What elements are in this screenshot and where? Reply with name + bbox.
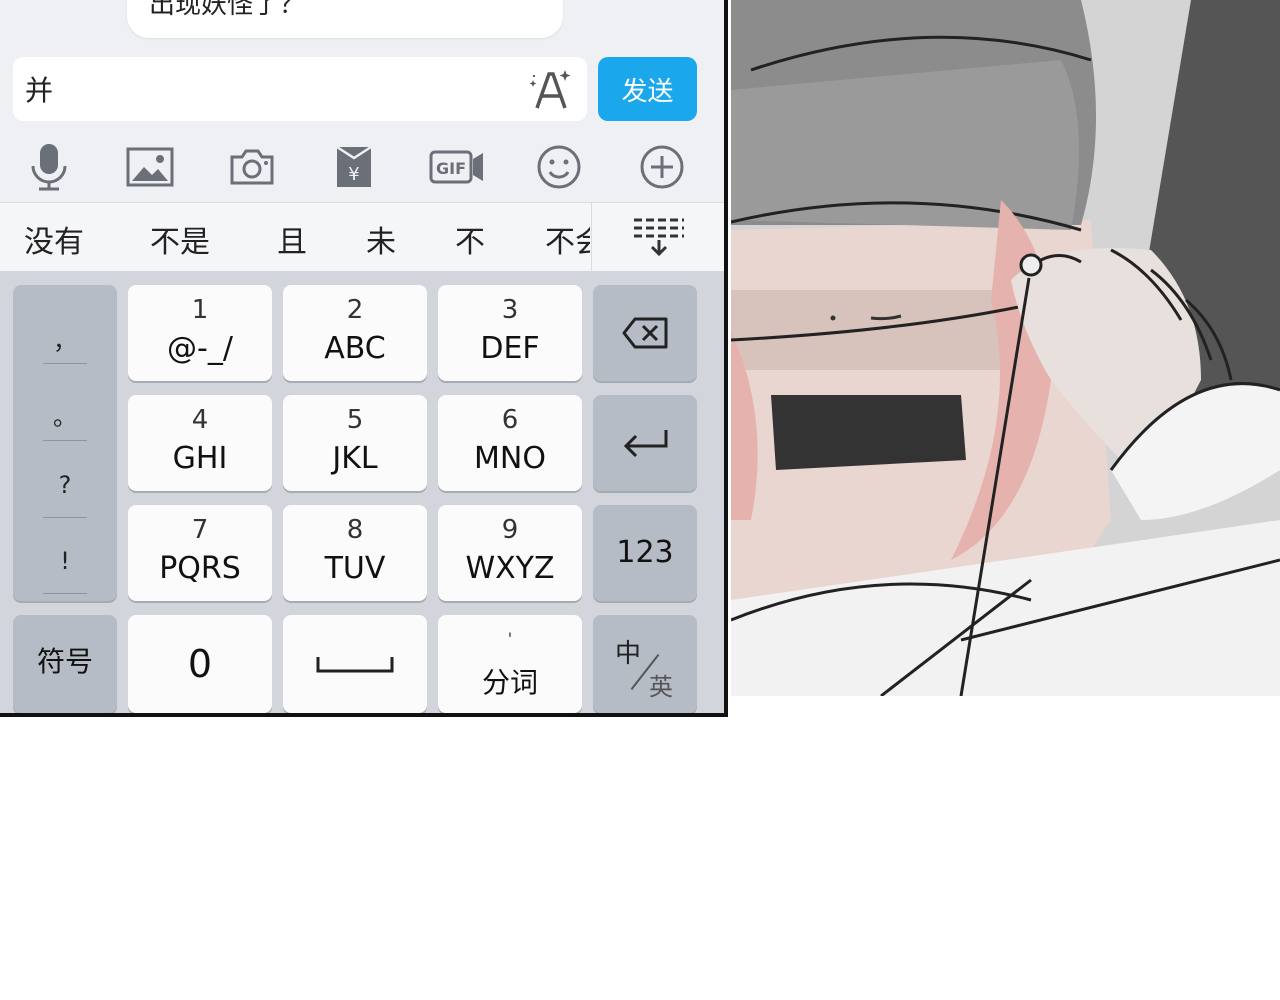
punct-divider (43, 517, 87, 518)
key-number: 6 (501, 405, 519, 435)
svg-text:¥: ¥ (348, 164, 359, 185)
chat-message-text: 出现妖怪了？ (149, 0, 306, 20)
candidate-word[interactable]: 未 (366, 217, 396, 261)
key-number: 8 (346, 515, 364, 545)
key-2[interactable]: 2 ABC (283, 285, 427, 381)
phone-screenshot-panel: 出现妖怪了？ 发送 ¥ GIF (0, 0, 728, 717)
candidate-bar: 没有 不是 且 未 不 不会 (0, 202, 724, 272)
font-style-icon[interactable] (525, 64, 577, 116)
svg-text:GIF: GIF (436, 159, 466, 178)
microphone-icon[interactable] (22, 140, 76, 194)
comic-character-art (731, 0, 1280, 696)
return-icon (623, 430, 668, 458)
key-number: 2 (346, 295, 364, 325)
key-letters: JKL (332, 441, 378, 476)
candidate-word[interactable]: 不 (455, 217, 485, 261)
backspace-key[interactable] (593, 285, 697, 381)
enter-key[interactable] (593, 395, 697, 491)
punct-key[interactable]: ， (43, 321, 87, 356)
punctuation-column[interactable]: ， 。 ? ! (13, 285, 117, 601)
lang-en-label: 英 (649, 673, 673, 701)
zero-key[interactable]: 0 (128, 615, 272, 713)
key-5[interactable]: 5 JKL (283, 395, 427, 491)
key-number: 3 (501, 295, 519, 325)
key-number: 9 (501, 515, 519, 545)
key-1[interactable]: 1 @-_/ (128, 285, 272, 381)
send-button[interactable]: 发送 (598, 57, 697, 121)
space-icon (316, 657, 394, 673)
key-letters: WXYZ (465, 551, 555, 586)
camera-icon[interactable] (225, 140, 279, 194)
segment-label: 分词 (481, 666, 538, 699)
key-7[interactable]: 7 PQRS (128, 505, 272, 601)
candidate-list: 没有 不是 且 未 不 不会 (0, 203, 590, 271)
numbers-key[interactable]: 123 (593, 505, 697, 601)
space-key[interactable] (283, 615, 427, 713)
message-input-row: 发送 (0, 50, 724, 130)
punct-divider (43, 440, 87, 441)
key-letters: GHI (172, 441, 228, 476)
key-4[interactable]: 4 GHI (128, 395, 272, 491)
key-number: 4 (191, 405, 209, 435)
plus-icon[interactable] (635, 140, 689, 194)
input-toolbar: ¥ GIF (0, 132, 724, 200)
candidate-expand-icon[interactable] (591, 203, 724, 271)
symbols-key[interactable]: 符号 (13, 615, 117, 713)
candidate-word[interactable]: 没有 (24, 217, 84, 261)
message-input[interactable] (13, 57, 587, 121)
lang-zh-label: 中 (615, 639, 642, 669)
key-8[interactable]: 8 TUV (283, 505, 427, 601)
key-letters: @-_/ (167, 331, 233, 366)
key-letters: PQRS (159, 551, 241, 586)
punct-divider (43, 363, 87, 364)
candidate-word[interactable]: 不会 (545, 217, 590, 261)
nine-key-keyboard: ， 。 ? ! 1 @-_/ 2 ABC 3 DEF 4 GHI 5 JKL 6… (0, 271, 724, 713)
segment-apostrophe: ' (507, 629, 513, 648)
punct-key[interactable]: ? (43, 471, 87, 499)
backspace-icon (622, 317, 668, 349)
key-letters: ABC (324, 331, 386, 366)
punct-key[interactable]: ! (43, 547, 87, 575)
segment-key[interactable]: ' 分词 (438, 615, 582, 713)
key-letters: DEF (480, 331, 540, 366)
red-envelope-icon[interactable]: ¥ (327, 140, 381, 194)
key-number: 5 (346, 405, 364, 435)
punct-key[interactable]: 。 (43, 397, 87, 432)
language-switch-key[interactable]: 中 英 (593, 615, 697, 713)
candidate-word[interactable]: 且 (277, 217, 307, 261)
key-number: 1 (191, 295, 209, 325)
emoji-icon[interactable] (532, 140, 586, 194)
key-3[interactable]: 3 DEF (438, 285, 582, 381)
key-number: 7 (191, 515, 209, 545)
chat-message-bubble: 出现妖怪了？ (127, 0, 563, 38)
key-6[interactable]: 6 MNO (438, 395, 582, 491)
key-9[interactable]: 9 WXYZ (438, 505, 582, 601)
key-letters: TUV (324, 551, 386, 586)
comic-illustration (731, 0, 1280, 696)
gif-icon[interactable]: GIF (428, 140, 486, 194)
punct-divider (43, 593, 87, 594)
key-letters: MNO (474, 441, 546, 476)
candidate-word[interactable]: 不是 (150, 217, 210, 261)
image-icon[interactable] (123, 140, 177, 194)
